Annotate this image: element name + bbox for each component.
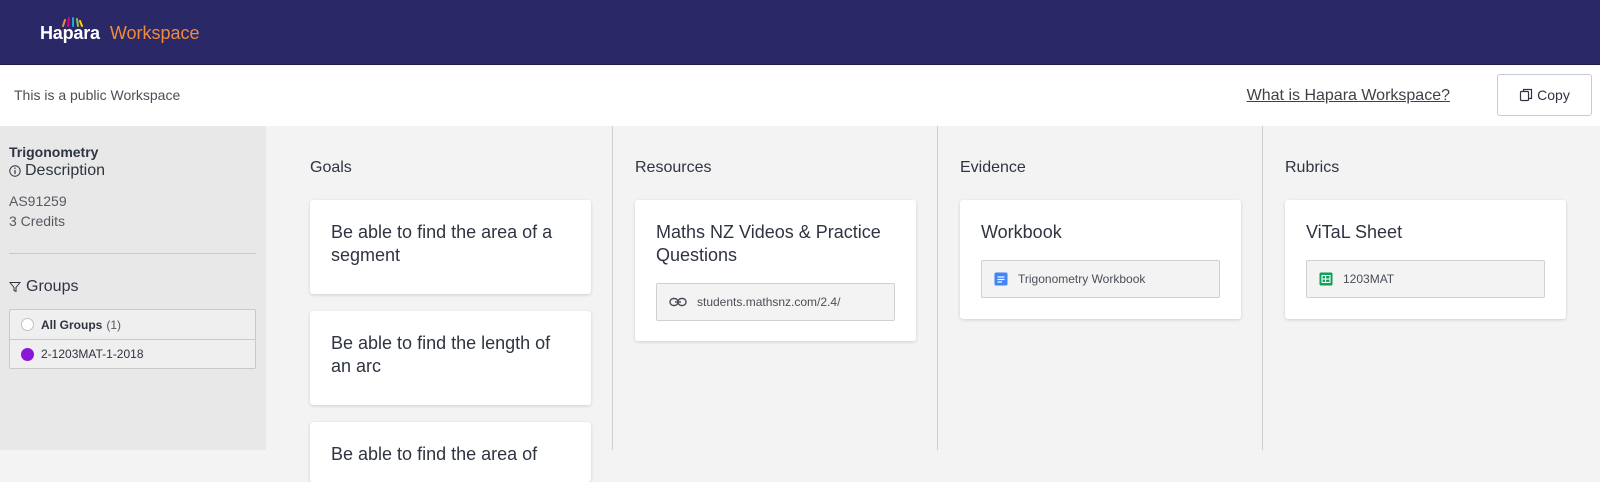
workspace-title: Trigonometry xyxy=(9,144,99,160)
link-icon xyxy=(669,297,687,307)
standard-code: AS91259 xyxy=(9,193,67,209)
evidence-attachment[interactable]: Trigonometry Workbook xyxy=(981,260,1220,298)
rubric-card-title: ViTaL Sheet xyxy=(1306,222,1403,242)
resource-link-text: students.mathsnz.com/2.4/ xyxy=(697,295,841,309)
group-item-2-1203mat[interactable]: 2-1203MAT-1-2018 xyxy=(10,339,255,368)
goal-card[interactable]: Be able to find the area of a segment xyxy=(310,200,591,294)
groups-filter[interactable]: Groups xyxy=(9,278,78,296)
credits: 3 Credits xyxy=(9,213,66,229)
hapara-logo[interactable]: Hapara Workspace xyxy=(40,17,200,48)
logo-workspace-text: Workspace xyxy=(109,22,200,43)
resource-title: Maths NZ Videos & Practice Questions xyxy=(656,222,881,265)
goal-title: Be able to find the length of an arc xyxy=(331,333,551,376)
evidence-card-title: Workbook xyxy=(981,222,1062,242)
goal-title: Be able to find the area of a segment xyxy=(331,222,553,265)
evidence-column: Evidence Workbook Trigonometry Workbook xyxy=(938,126,1263,450)
evidence-card[interactable]: Workbook Trigonometry Workbook xyxy=(960,200,1241,319)
evidence-title: Evidence xyxy=(960,159,1026,176)
rubrics-column: Rubrics ViTaL Sheet 1203MAT xyxy=(1263,126,1600,450)
resource-link[interactable]: students.mathsnz.com/2.4/ xyxy=(656,283,895,321)
what-is-workspace-link[interactable]: What is Hapara Workspace? xyxy=(1247,87,1450,105)
radio-empty-icon xyxy=(21,318,34,331)
description-label: Description xyxy=(25,162,106,179)
evidence-attachment-text: Trigonometry Workbook xyxy=(1018,272,1146,286)
google-docs-icon xyxy=(994,272,1008,286)
goals-column: Goals Be able to find the area of a segm… xyxy=(266,126,614,482)
rubric-card[interactable]: ViTaL Sheet 1203MAT xyxy=(1285,200,1566,319)
copy-icon xyxy=(1520,88,1533,102)
group-count: (1) xyxy=(106,317,122,332)
group-name: All Groups xyxy=(41,317,103,332)
filter-icon xyxy=(9,282,21,293)
goals-title: Goals xyxy=(310,159,352,176)
google-sheets-icon xyxy=(1319,272,1333,286)
copy-button-label: Copy xyxy=(1537,87,1570,103)
logo-mark-icon xyxy=(62,17,83,27)
goal-title: Be able to find the area of xyxy=(331,444,538,464)
copy-button[interactable]: Copy xyxy=(1497,74,1592,116)
info-icon xyxy=(9,165,21,177)
sidebar-divider xyxy=(9,253,256,254)
group-name: 2-1203MAT-1-2018 xyxy=(41,347,144,361)
rubric-attachment[interactable]: 1203MAT xyxy=(1306,260,1545,298)
goal-card[interactable]: Be able to find the area of xyxy=(310,422,591,482)
rubric-attachment-text: 1203MAT xyxy=(1343,272,1395,286)
goal-card[interactable]: Be able to find the length of an arc xyxy=(310,311,591,405)
radio-filled-icon xyxy=(21,347,34,361)
resources-column: Resources Maths NZ Videos & Practice Que… xyxy=(613,126,938,450)
group-list: All Groups (1) 2-1203MAT-1-2018 xyxy=(9,309,256,369)
description-toggle[interactable]: Description xyxy=(9,162,105,180)
resource-card[interactable]: Maths NZ Videos & Practice Questions stu… xyxy=(635,200,916,341)
public-workspace-notice: This is a public Workspace xyxy=(14,87,181,103)
top-bar: Hapara Workspace xyxy=(0,0,1600,65)
rubrics-title: Rubrics xyxy=(1285,159,1340,176)
groups-label: Groups xyxy=(26,278,79,295)
resources-title: Resources xyxy=(635,159,712,176)
public-workspace-bar: This is a public Workspace What is Hapar… xyxy=(0,65,1600,126)
sidebar: Trigonometry Description AS91259 3 Credi… xyxy=(0,126,266,450)
group-item-all[interactable]: All Groups (1) xyxy=(10,310,255,339)
